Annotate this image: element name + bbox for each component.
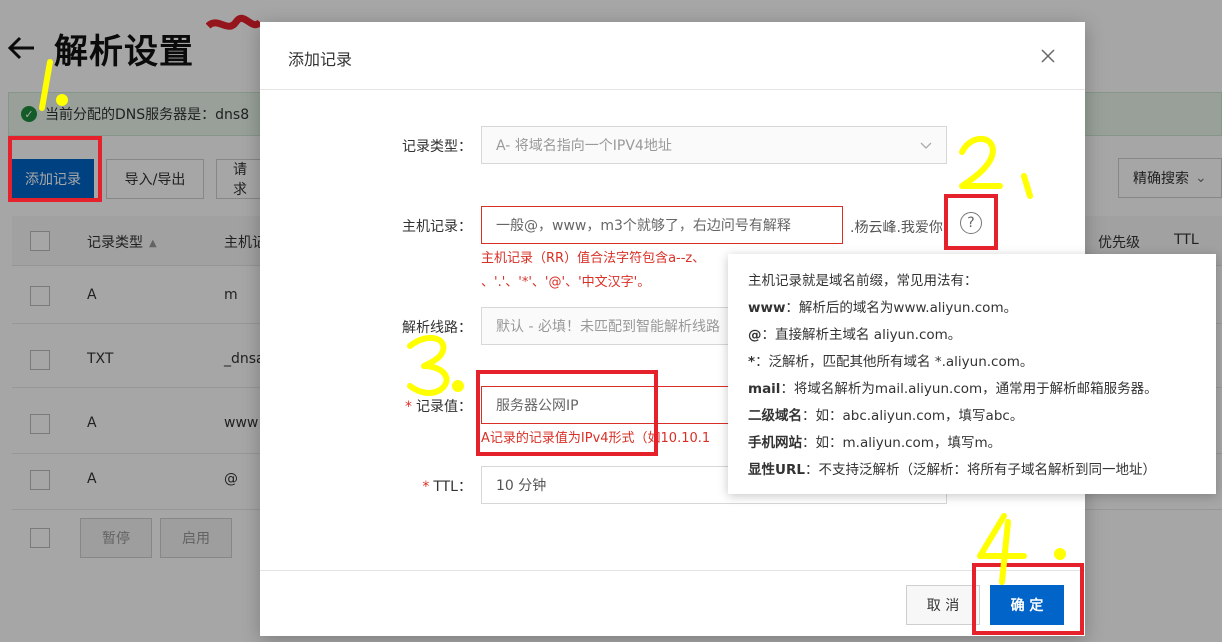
line-label: 解析线路：	[402, 320, 472, 336]
tooltip-item: mail：将域名解析为mail.aliyun.com，通常用于解析邮箱服务器。	[748, 381, 1158, 397]
host-placeholder: 一般@，www，m3个就够了，右边问号有解释	[496, 218, 791, 234]
record-type-value: A- 将域名指向一个IPV4地址	[496, 138, 672, 154]
tooltip-item: @：直接解析主域名 aliyun.com。	[748, 327, 962, 343]
tooltip-item: www：解析后的域名为www.aliyun.com。	[748, 300, 1018, 316]
cancel-button[interactable]: 取 消	[906, 585, 980, 625]
tooltip-item: 二级域名：如：abc.aliyun.com，填写abc。	[748, 408, 1024, 424]
annotation-box-add-record	[8, 136, 102, 202]
chevron-down-icon	[920, 142, 932, 149]
annotation-box-confirm	[972, 563, 1084, 635]
required-mark: *	[422, 479, 430, 495]
dialog-header: 添加记录	[260, 22, 1085, 90]
close-icon[interactable]	[1040, 48, 1056, 64]
host-input[interactable]: 一般@，www，m3个就够了，右边问号有解释	[481, 206, 843, 244]
tooltip-item: 手机网站：如：m.aliyun.com，填写m。	[748, 435, 1002, 451]
host-label: 主机记录：	[402, 219, 472, 235]
tooltip-item: 显性URL：不支持泛解析（泛解析：将所有子域名解析到同一地址）	[748, 462, 1156, 478]
domain-suffix: .杨云峰.我爱你	[850, 220, 943, 236]
record-type-label: 记录类型：	[402, 139, 472, 155]
ttl-value: 10 分钟	[496, 478, 547, 494]
ttl-label: * TTL：	[422, 479, 472, 495]
tooltip-item: *：泛解析，匹配其他所有域名 *.aliyun.com。	[748, 354, 1034, 370]
host-error-line2: 、'.'、'*'、'@'、'中文汉字'。	[481, 275, 651, 290]
line-value: 默认 - 必填！未匹配到智能解析线路	[496, 319, 720, 335]
value-label: * 记录值：	[405, 399, 472, 415]
record-type-select[interactable]: A- 将域名指向一个IPV4地址	[481, 126, 947, 164]
dialog-title: 添加记录	[288, 50, 353, 69]
host-error-line1: 主机记录（RR）值合法字符包含a--z、	[481, 251, 706, 266]
annotation-box-value	[476, 370, 658, 456]
host-help-tooltip: 主机记录就是域名前缀，常见用法有： www：解析后的域名为www.aliyun.…	[728, 254, 1216, 494]
required-mark: *	[405, 399, 412, 415]
annotation-box-help	[944, 194, 998, 250]
tooltip-intro: 主机记录就是域名前缀，常见用法有：	[748, 273, 978, 289]
